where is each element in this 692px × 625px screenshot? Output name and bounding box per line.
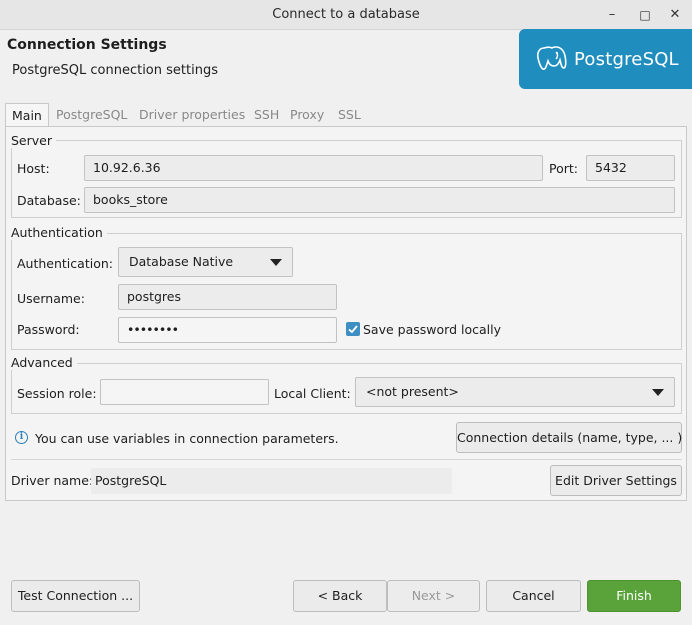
local-client-label: Local Client:	[274, 386, 351, 401]
port-input[interactable]: 5432	[586, 155, 675, 181]
session-role-label: Session role:	[17, 386, 97, 401]
port-label: Port:	[549, 161, 578, 176]
driver-name-label: Driver name:	[11, 473, 94, 488]
driver-name-value: PostgreSQL	[91, 468, 452, 494]
local-client-dropdown-value: <not present>	[366, 384, 459, 399]
tab-driver-properties[interactable]: Driver properties	[133, 103, 251, 127]
host-label: Host:	[17, 161, 50, 176]
database-label: Database:	[17, 193, 81, 208]
connection-details-button[interactable]: Connection details (name, type, ... )	[456, 422, 682, 453]
page-subtitle: PostgreSQL connection settings	[12, 63, 218, 78]
server-group-label: Server	[11, 133, 56, 148]
minimize-icon[interactable]: –	[603, 6, 621, 24]
close-icon[interactable]: ✕	[666, 6, 684, 24]
tab-ssh[interactable]: SSH	[248, 103, 285, 127]
authentication-group-label: Authentication	[11, 225, 107, 240]
caret-down-icon	[652, 389, 664, 396]
finish-button[interactable]: Finish	[587, 580, 681, 612]
username-input[interactable]: postgres	[118, 284, 337, 310]
authentication-dropdown-value: Database Native	[129, 254, 234, 269]
database-input[interactable]: books_store	[84, 187, 675, 213]
postgresql-logo-text: PostgreSQL	[574, 49, 679, 70]
maximize-icon[interactable]: □	[636, 6, 654, 24]
title-bar: Connect to a database – □ ✕	[0, 0, 692, 30]
authentication-label: Authentication:	[17, 256, 113, 271]
password-input[interactable]: ••••••••	[118, 317, 337, 343]
postgresql-elephant-icon	[536, 46, 567, 70]
password-label: Password:	[17, 322, 80, 337]
username-label: Username:	[17, 291, 85, 306]
checkmark-icon	[348, 325, 358, 334]
caret-down-icon	[270, 259, 282, 266]
tab-proxy[interactable]: Proxy	[284, 103, 330, 127]
tab-ssl[interactable]: SSL	[332, 103, 367, 127]
tab-main[interactable]: Main	[5, 103, 49, 127]
info-icon: i	[15, 431, 28, 444]
cancel-button[interactable]: Cancel	[486, 580, 581, 612]
divider	[11, 459, 682, 460]
host-input[interactable]: 10.92.6.36	[84, 155, 543, 181]
postgresql-logo: PostgreSQL	[519, 29, 692, 89]
page-title: Connection Settings	[7, 37, 167, 53]
window-title: Connect to a database	[272, 7, 420, 22]
edit-driver-settings-button[interactable]: Edit Driver Settings	[550, 465, 682, 496]
test-connection-button[interactable]: Test Connection ...	[11, 580, 140, 612]
advanced-group-label: Advanced	[11, 355, 77, 370]
authentication-dropdown[interactable]: Database Native	[118, 247, 293, 277]
back-button[interactable]: < Back	[293, 580, 387, 612]
save-password-checkbox[interactable]	[346, 322, 360, 336]
local-client-dropdown[interactable]: <not present>	[355, 377, 675, 407]
variables-info-text: You can use variables in connection para…	[35, 431, 339, 446]
next-button[interactable]: Next >	[387, 580, 480, 612]
save-password-label[interactable]: Save password locally	[363, 322, 501, 337]
main-tab-panel: Server Host: 10.92.6.36 Port: 5432 Datab…	[5, 126, 687, 501]
session-role-input[interactable]	[100, 379, 269, 405]
tab-postgresql[interactable]: PostgreSQL	[50, 103, 133, 127]
